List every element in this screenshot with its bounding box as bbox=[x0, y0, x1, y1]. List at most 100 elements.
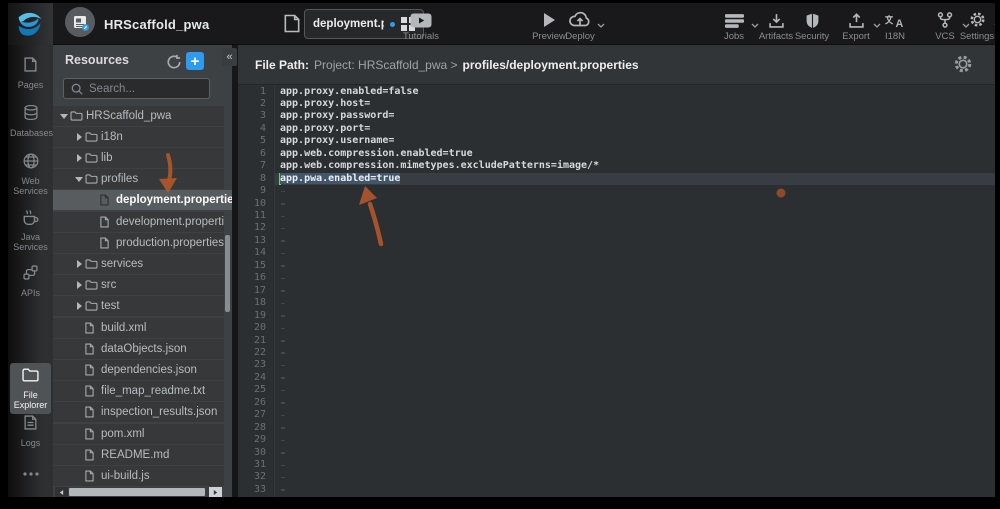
folder-icon bbox=[85, 301, 101, 311]
line-number: 17 bbox=[238, 285, 266, 297]
tree-row-readme-md[interactable]: README.md bbox=[53, 445, 224, 465]
sidebar-item-file-explorer[interactable]: File Explorer bbox=[10, 363, 51, 414]
empty-line-marker bbox=[281, 191, 285, 193]
empty-line-marker bbox=[281, 228, 285, 230]
line-number: 2 bbox=[238, 98, 266, 110]
tree-row-production-properties[interactable]: production.properties bbox=[53, 233, 224, 253]
line-number: 13 bbox=[238, 235, 266, 247]
project-name: HRScaffold_pwa bbox=[104, 17, 209, 32]
sidebar-item-apis[interactable]: APIs bbox=[10, 261, 51, 302]
file-icon bbox=[85, 385, 101, 397]
tree-row-build-xml[interactable]: build.xml bbox=[53, 318, 224, 338]
tutorials-icon bbox=[410, 13, 432, 28]
file-icon bbox=[85, 343, 101, 355]
sidebar-item-logs[interactable]: Logs bbox=[10, 411, 51, 452]
tree-row-hrscaffold-pwa[interactable]: HRScaffold_pwa bbox=[53, 106, 224, 126]
line-number: 5 bbox=[238, 135, 266, 147]
empty-line-marker bbox=[281, 253, 285, 255]
jobs-icon bbox=[725, 14, 744, 28]
tree-row-dependencies-json[interactable]: dependencies.json bbox=[53, 360, 224, 380]
tree-row-file-map-readme-txt[interactable]: file_map_readme.txt bbox=[53, 381, 224, 401]
empty-line-marker bbox=[281, 440, 285, 442]
code-line[interactable]: app.proxy.password= bbox=[280, 110, 394, 122]
code-area[interactable]: 1app.proxy.enabled=false2app.proxy.host=… bbox=[238, 85, 995, 497]
chevron-collapsed-icon[interactable] bbox=[72, 133, 85, 141]
empty-line-marker bbox=[281, 415, 285, 417]
line-number: 7 bbox=[238, 160, 266, 172]
tree-row-test[interactable]: test bbox=[53, 296, 224, 316]
document-icon bbox=[284, 13, 300, 34]
tree-row-services[interactable]: services bbox=[53, 254, 224, 274]
tree-vertical-scrollbar[interactable] bbox=[225, 235, 230, 312]
code-line[interactable]: app.pwa.enabled=true bbox=[280, 173, 400, 185]
line-number: 24 bbox=[238, 372, 266, 384]
tree-row-profiles[interactable]: profiles bbox=[53, 169, 224, 189]
tree-row-lib[interactable]: lib bbox=[53, 148, 224, 168]
tree-row-pom-xml[interactable]: pom.xml bbox=[53, 424, 224, 444]
empty-line-marker bbox=[281, 427, 285, 429]
tree-row-ui-build-js[interactable]: ui-build.js bbox=[53, 466, 224, 486]
scroll-track[interactable] bbox=[68, 487, 209, 497]
chevron-expanded-icon[interactable] bbox=[72, 176, 85, 182]
scroll-thumb[interactable] bbox=[69, 488, 205, 496]
line-number: 6 bbox=[238, 148, 266, 160]
empty-line-marker bbox=[281, 240, 285, 242]
chevron-expanded-icon[interactable] bbox=[57, 113, 70, 119]
empty-line-marker bbox=[281, 402, 285, 404]
tree-row-src[interactable]: src bbox=[53, 275, 224, 295]
code-line[interactable]: app.web.compression.mimetypes.excludePat… bbox=[280, 160, 599, 172]
empty-line-marker bbox=[281, 328, 285, 330]
left-icon-rail: Pages Databases Web Services Java Services A… bbox=[8, 45, 53, 497]
folder-icon bbox=[70, 111, 86, 121]
scroll-left-button[interactable] bbox=[55, 487, 68, 497]
line-number: 32 bbox=[238, 471, 266, 483]
file-icon bbox=[85, 364, 101, 376]
code-line[interactable]: app.web.compression.enabled=true bbox=[280, 148, 473, 160]
folder-icon bbox=[85, 174, 101, 184]
web-services-icon bbox=[23, 153, 39, 174]
file-icon bbox=[85, 470, 101, 482]
chevron-collapsed-icon[interactable] bbox=[72, 281, 85, 289]
file-icon bbox=[85, 406, 101, 418]
topbar-action-i18n[interactable]: AI18N bbox=[867, 9, 923, 41]
line-number: 9 bbox=[238, 185, 266, 197]
chevron-down-icon bbox=[597, 23, 605, 28]
deploy-cloud-icon bbox=[568, 11, 592, 28]
topbar-action-deploy[interactable]: Deploy bbox=[552, 9, 608, 41]
code-line[interactable]: app.proxy.enabled=false bbox=[280, 86, 418, 98]
tree-horizontal-scrollbar[interactable] bbox=[55, 487, 222, 497]
sidebar-item-web-services[interactable]: Web Services bbox=[10, 149, 51, 200]
folder-icon bbox=[85, 153, 101, 163]
settings-gear-icon bbox=[969, 11, 986, 28]
empty-line-marker bbox=[281, 489, 285, 491]
gutter-divider bbox=[274, 85, 275, 497]
topbar-action-tutorials[interactable]: Tutorials bbox=[393, 9, 449, 41]
project-chip[interactable]: HRScaffold_pwa bbox=[65, 9, 209, 39]
collapse-panel-button[interactable]: « bbox=[222, 48, 237, 66]
editor-settings-gear-icon[interactable] bbox=[953, 54, 973, 74]
chevron-collapsed-icon[interactable] bbox=[72, 154, 85, 162]
tree-row-dataobjects-json[interactable]: dataObjects.json bbox=[53, 339, 224, 359]
scroll-right-button[interactable] bbox=[209, 487, 222, 497]
tree-row-i18n[interactable]: i18n bbox=[53, 127, 224, 147]
line-number: 11 bbox=[238, 210, 266, 222]
empty-line-marker bbox=[281, 278, 285, 280]
chevron-collapsed-icon[interactable] bbox=[72, 260, 85, 268]
sidebar-item-more[interactable] bbox=[10, 458, 51, 486]
sidebar-item-pages[interactable]: Pages bbox=[10, 53, 51, 94]
apis-icon bbox=[23, 265, 38, 285]
tree-row-development-properties[interactable]: development.properties bbox=[53, 212, 224, 232]
code-line[interactable]: app.proxy.host= bbox=[280, 98, 370, 110]
sidebar-item-java-services[interactable]: Java Services bbox=[10, 205, 51, 256]
app-logo-tile[interactable] bbox=[8, 3, 53, 45]
sidebar-item-databases[interactable]: Databases bbox=[10, 101, 51, 142]
tree-row-inspection-results-json[interactable]: inspection_results.json bbox=[53, 402, 224, 422]
file-icon bbox=[100, 237, 116, 249]
empty-line-marker bbox=[281, 390, 285, 392]
tree-row-deployment-properties[interactable]: deployment.properties bbox=[53, 190, 232, 210]
topbar-action-settings[interactable]: Settings bbox=[949, 9, 995, 41]
code-line[interactable]: app.proxy.port= bbox=[280, 123, 370, 135]
empty-line-marker bbox=[281, 465, 285, 467]
chevron-collapsed-icon[interactable] bbox=[72, 302, 85, 310]
code-line[interactable]: app.proxy.username= bbox=[280, 135, 394, 147]
